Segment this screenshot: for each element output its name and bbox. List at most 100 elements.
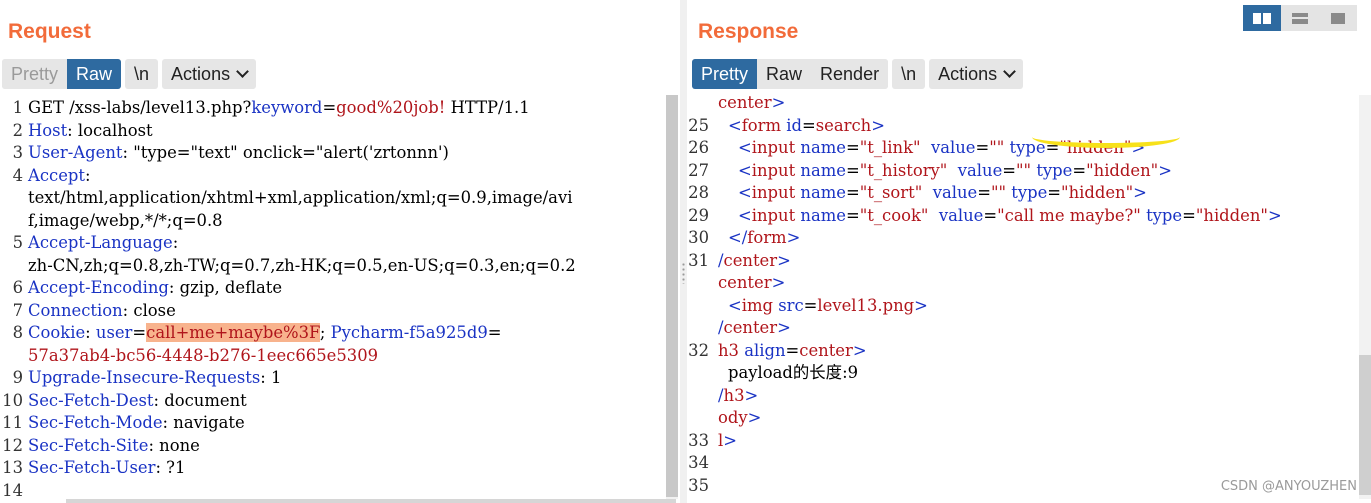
code-line[interactable]: 25 <form id=search>: [687, 115, 1371, 138]
line-number: 5: [12, 233, 23, 252]
newline-toggle-button[interactable]: \n: [892, 59, 926, 89]
code-text: User-Agent: "type="text" onclick="alert(…: [28, 142, 449, 165]
code-token: >: [771, 273, 786, 292]
code-line[interactable]: 34: [687, 452, 1371, 475]
line-number: 1: [12, 98, 23, 117]
code-line[interactable]: 2 Host: localhost: [0, 120, 680, 143]
code-text: ody>: [718, 407, 761, 430]
code-line[interactable]: 1 GET /xss-labs/level13.php?keyword=good%…: [0, 97, 680, 120]
code-token: Cookie: [28, 323, 86, 342]
code-token: keyword: [251, 98, 323, 117]
pane-divider[interactable]: [680, 0, 687, 503]
code-token: =: [1072, 160, 1087, 180]
line-number: 14: [2, 480, 23, 500]
line-number: 4: [12, 165, 23, 185]
code-line[interactable]: 33 l>: [687, 430, 1371, 453]
request-scrollbar[interactable]: [666, 95, 678, 499]
code-token: input: [751, 138, 796, 157]
newline-toggle-button[interactable]: \n: [125, 59, 159, 89]
code-token: =: [845, 183, 860, 202]
code-line[interactable]: 26 <input name="t_link" value="" type="hi…: [687, 137, 1371, 160]
code-line[interactable]: payload的长度:9: [687, 362, 1371, 385]
layout-split-button[interactable]: [1243, 5, 1281, 31]
code-line[interactable]: 32 h3 align=center>: [687, 340, 1371, 363]
code-token: >: [1133, 183, 1147, 202]
code-token: search: [815, 115, 872, 135]
code-token: : document: [153, 390, 247, 410]
code-line[interactable]: 11 Sec-Fetch-Mode: navigate: [0, 412, 680, 435]
code-line[interactable]: /h3>: [687, 385, 1371, 408]
code-token: </: [728, 228, 748, 247]
code-line[interactable]: <img src=level13.png>: [687, 295, 1371, 318]
code-line[interactable]: center>: [687, 95, 1371, 115]
response-scrollbar[interactable]: [1359, 95, 1371, 499]
request-horizontal-scrollbar[interactable]: [66, 499, 676, 503]
code-text: GET /xss-labs/level13.php?keyword=good%2…: [28, 97, 530, 120]
code-text: Sec-Fetch-User: ?1: [28, 457, 185, 480]
code-line[interactable]: 13 Sec-Fetch-User: ?1: [0, 457, 680, 480]
code-line[interactable]: 27 <input name="t_history" value="" type=…: [687, 160, 1371, 183]
code-text: text/html,application/xhtml+xml,applicat…: [28, 187, 572, 210]
code-line[interactable]: /center>: [687, 317, 1371, 340]
divider-grip-icon[interactable]: [682, 262, 685, 284]
code-text: center>: [718, 272, 785, 295]
rows-icon: [1292, 12, 1308, 24]
code-line[interactable]: 5 Accept-Language:: [0, 232, 680, 255]
response-view-tabs: Pretty Raw Render: [692, 59, 889, 89]
code-line[interactable]: text/html,application/xhtml+xml,applicat…: [0, 187, 680, 210]
tab-render[interactable]: Render: [811, 59, 889, 89]
code-token: h3: [718, 340, 739, 360]
code-line[interactable]: 31/center>: [687, 250, 1371, 273]
code-text: Sec-Fetch-Mode: navigate: [28, 412, 245, 435]
code-token: User-Agent: [28, 143, 123, 162]
layout-stacked-button[interactable]: [1281, 5, 1319, 31]
code-line[interactable]: ody>: [687, 407, 1371, 430]
code-line[interactable]: 57a37ab4-bc56-4448-b276-1eec665e5309: [0, 345, 680, 368]
tab-raw[interactable]: Raw: [67, 59, 122, 89]
code-text: </form>: [718, 227, 800, 250]
request-view-tabs: Pretty Raw: [2, 59, 122, 89]
line-number: 29: [688, 205, 709, 225]
response-editor[interactable]: center> 25 <form id=search> 26 <input name="…: [687, 95, 1371, 503]
code-line[interactable]: 10 Sec-Fetch-Dest: document: [0, 390, 680, 413]
code-line[interactable]: 7 Connection: close: [0, 300, 680, 323]
code-line[interactable]: 4 Accept:: [0, 165, 680, 188]
tab-pretty[interactable]: Pretty: [2, 59, 68, 89]
code-line[interactable]: 28 <input name="t_sort" value="" type="hi…: [687, 182, 1371, 205]
code-line[interactable]: f,image/webp,*/*;q=0.8: [0, 210, 680, 233]
chevron-down-icon: [1003, 65, 1016, 78]
code-line[interactable]: zh-CN,zh;q=0.8,zh-TW;q=0.7,zh-HK;q=0.5,e…: [0, 255, 680, 278]
code-token: zh-CN,zh;q=0.8,zh-TW;q=0.7,zh-HK;q=0.5,e…: [28, 255, 576, 275]
request-pane: Request Pretty Raw \n Actions 1 GET /xss-…: [0, 0, 680, 503]
code-line[interactable]: 8 Cookie: user=call+me+maybe%3F; Pycharm-…: [0, 322, 680, 345]
tab-raw[interactable]: Raw: [757, 59, 812, 89]
code-token: value: [957, 160, 1003, 180]
code-token: : navigate: [162, 413, 245, 432]
code-token: value: [932, 183, 978, 202]
scrollbar-thumb[interactable]: [666, 95, 678, 497]
code-line[interactable]: 6 Accept-Encoding: gzip, deflate: [0, 277, 680, 300]
code-line[interactable]: center>: [687, 272, 1371, 295]
line-number: 25: [688, 115, 709, 135]
code-token: ody: [718, 408, 748, 427]
code-line[interactable]: 29 <input name="t_cook" value="call me ma…: [687, 205, 1371, 228]
request-editor[interactable]: 1 GET /xss-labs/level13.php?keyword=good%…: [0, 95, 680, 503]
code-line[interactable]: 12 Sec-Fetch-Site: none: [0, 435, 680, 458]
code-line[interactable]: 9 Upgrade-Insecure-Requests: 1: [0, 367, 680, 390]
single-pane-icon: [1331, 12, 1345, 24]
line-number: 2: [12, 120, 23, 140]
scrollbar-thumb[interactable]: [1359, 355, 1371, 495]
code-token: : ?1: [155, 458, 186, 477]
actions-dropdown[interactable]: Actions: [162, 59, 257, 89]
code-line[interactable]: 3 User-Agent: "type="text" onclick="alert…: [0, 142, 680, 165]
code-token: >: [786, 228, 801, 247]
line-number: 11: [2, 413, 23, 432]
code-token: name: [800, 138, 846, 157]
code-text: Cookie: user=call+me+maybe%3F; Pycharm-f…: [28, 322, 502, 345]
code-token: name: [800, 205, 846, 225]
code-line[interactable]: 30 </form>: [687, 227, 1371, 250]
layout-single-button[interactable]: [1319, 5, 1357, 31]
actions-dropdown[interactable]: Actions: [929, 59, 1024, 89]
tab-pretty[interactable]: Pretty: [692, 59, 758, 89]
